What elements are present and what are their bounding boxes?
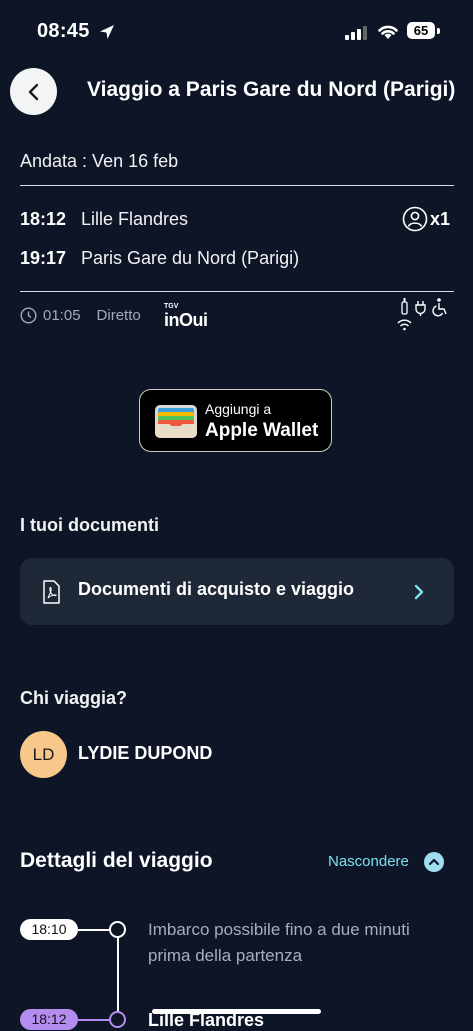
- timeline-boarding-text: Imbarco possibile fino a due minuti prim…: [148, 920, 410, 965]
- departure-station: Lille Flandres: [81, 209, 189, 229]
- tgv-inoui-logo: TGV inOui: [164, 303, 208, 329]
- chevron-up-icon: [428, 858, 440, 866]
- documents-section-title: I tuoi documenti: [20, 515, 159, 535]
- page-title: Viaggio a Paris Gare du Nord (Parigi): [87, 78, 456, 101]
- hide-details-link[interactable]: Nascondere: [328, 853, 409, 870]
- passenger-icon: [402, 206, 428, 232]
- amenities-icons: [397, 298, 447, 331]
- divider: [20, 185, 454, 186]
- collapse-button[interactable]: [424, 852, 444, 872]
- documents-item-label: Documenti di acquisto e viaggio: [78, 579, 355, 599]
- divider: [20, 291, 454, 292]
- timeline-connector-active: [78, 1019, 110, 1021]
- timeline-connector: [78, 929, 110, 931]
- travelers-section-title: Chi viaggia?: [20, 688, 128, 708]
- cellular-signal-icon: [345, 26, 367, 40]
- clock-icon: [20, 307, 37, 324]
- battery-indicator: 65: [407, 22, 435, 39]
- timeline-time-pill: 18:10: [20, 919, 78, 940]
- outbound-date: Andata : Ven 16 feb: [20, 151, 179, 171]
- pdf-document-icon: [43, 580, 60, 604]
- passenger-count: x1: [430, 209, 451, 229]
- passenger-name: LYDIE DUPOND: [78, 743, 213, 763]
- battery-tip: [437, 28, 440, 34]
- add-to-apple-wallet-button[interactable]: Aggiungi a Apple Wallet: [139, 389, 332, 452]
- brand-name: inOui: [164, 310, 208, 330]
- duration-row: 01:05 Diretto: [20, 307, 141, 324]
- wallet-line1: Aggiungi a: [205, 401, 272, 417]
- arrival-time: 19:17: [20, 248, 67, 268]
- timeline-time-pill-active: 18:12: [20, 1009, 78, 1030]
- wifi-onboard-icon: [397, 319, 412, 331]
- trip-type: Diretto: [96, 307, 141, 324]
- wallet-line2: Apple Wallet: [205, 420, 319, 441]
- bottle-icon: [401, 298, 408, 315]
- trip-duration: 01:05: [43, 307, 81, 324]
- home-indicator: [152, 1009, 321, 1014]
- chevron-left-icon: [28, 83, 38, 100]
- plug-icon: [415, 301, 426, 316]
- status-time: 08:45: [37, 20, 90, 42]
- wifi-icon: [378, 25, 398, 39]
- timeline-node-active: [109, 1011, 126, 1028]
- timeline-node: [109, 921, 126, 938]
- arrival-station: Paris Gare du Nord (Parigi): [81, 248, 300, 268]
- documents-item[interactable]: Documenti di acquisto e viaggio: [20, 558, 454, 625]
- details-section-title: Dettagli del viaggio: [20, 849, 213, 872]
- wallet-icon: [155, 405, 197, 438]
- location-arrow-icon: [100, 25, 114, 39]
- departure-time: 18:12: [20, 209, 67, 229]
- avatar: LD: [20, 731, 67, 778]
- chevron-right-icon: [414, 584, 424, 600]
- wheelchair-icon: [432, 298, 447, 317]
- back-button[interactable]: [10, 68, 57, 115]
